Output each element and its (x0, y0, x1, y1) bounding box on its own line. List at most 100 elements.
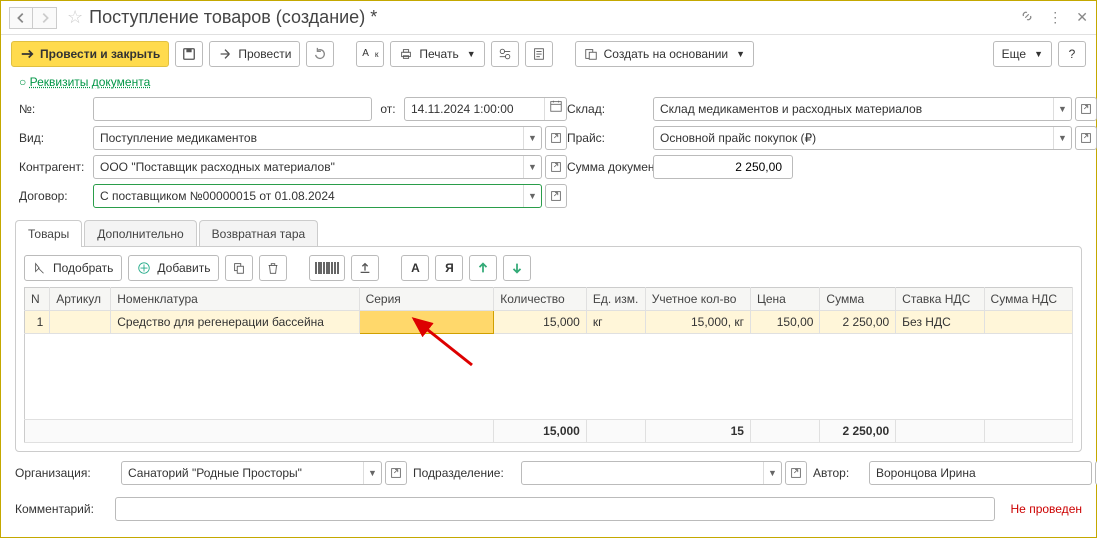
author-label: Автор: (813, 466, 863, 480)
text-format-button[interactable]: Ак (356, 41, 384, 67)
cell-acc-qty[interactable]: 15,000, кг (645, 311, 750, 334)
col-n[interactable]: N (25, 288, 50, 311)
contract-combo[interactable]: С поставщиком №00000015 от 01.08.2024 ▼ (93, 184, 542, 208)
nav-back-button[interactable] (9, 7, 33, 29)
num-input[interactable] (93, 97, 372, 121)
cell-price[interactable]: 150,00 (750, 311, 819, 334)
link-icon[interactable] (1020, 9, 1034, 26)
sort-za-button[interactable]: Я (435, 255, 463, 281)
create-based-label: Создать на основании (604, 47, 729, 61)
calendar-icon[interactable] (544, 98, 566, 120)
col-unit[interactable]: Ед. изм. (586, 288, 645, 311)
col-nomenclature[interactable]: Номенклатура (111, 288, 359, 311)
type-combo[interactable]: Поступление медикаментов ▼ (93, 126, 542, 150)
requisites-link[interactable]: Реквизиты документа (30, 75, 151, 89)
cell-sum[interactable]: 2 250,00 (820, 311, 896, 334)
report-button[interactable] (525, 41, 553, 67)
counterparty-open-button[interactable] (545, 155, 567, 179)
settings-button[interactable] (491, 41, 519, 67)
col-acc-qty[interactable]: Учетное кол-во (645, 288, 750, 311)
post-and-close-button[interactable]: Провести и закрыть (11, 41, 169, 67)
contract-open-button[interactable] (545, 184, 567, 208)
cell-article[interactable] (50, 311, 111, 334)
cell-vat-rate[interactable]: Без НДС (896, 311, 984, 334)
upload-button[interactable] (351, 255, 379, 281)
save-button[interactable] (175, 41, 203, 67)
copy-row-button[interactable] (225, 255, 253, 281)
comment-input[interactable] (115, 497, 995, 521)
tab-panel-goods: Подобрать Добавить А Я (15, 246, 1082, 452)
add-button[interactable]: Добавить (128, 255, 219, 281)
org-combo[interactable]: Санаторий "Родные Просторы" ▼ (121, 461, 382, 485)
col-vat-rate[interactable]: Ставка НДС (896, 288, 984, 311)
table-header-row: N Артикул Номенклатура Серия Количество … (25, 288, 1073, 311)
pricelist-open-button[interactable] (1075, 126, 1097, 150)
tab-additional[interactable]: Дополнительно (84, 220, 196, 247)
move-up-button[interactable] (469, 255, 497, 281)
cell-series[interactable] (359, 311, 494, 334)
post-button[interactable]: Провести (209, 41, 300, 67)
chevron-down-icon[interactable]: ▼ (1053, 98, 1071, 120)
warehouse-label: Склад: (567, 102, 653, 116)
cell-qty[interactable]: 15,000 (494, 311, 587, 334)
org-open-button[interactable] (385, 461, 407, 485)
chevron-down-icon[interactable]: ▼ (763, 462, 781, 484)
total-sum: 2 250,00 (820, 420, 896, 443)
warehouse-combo[interactable]: Склад медикаментов и расходных материало… (653, 97, 1072, 121)
undo-post-button[interactable] (306, 41, 334, 67)
cell-n[interactable]: 1 (25, 311, 50, 334)
warehouse-open-button[interactable] (1075, 97, 1097, 121)
grid-toolbar: Подобрать Добавить А Я (24, 255, 1073, 281)
col-qty[interactable]: Количество (494, 288, 587, 311)
table-row[interactable]: 1 Средство для регенерации бассейна 15,0… (25, 311, 1073, 334)
tab-goods[interactable]: Товары (15, 220, 82, 247)
kebab-icon[interactable]: ⋮ (1048, 9, 1062, 26)
col-price[interactable]: Цена (750, 288, 819, 311)
dept-open-button[interactable] (785, 461, 807, 485)
col-series[interactable]: Серия (359, 288, 494, 311)
cell-vat-sum[interactable] (984, 311, 1072, 334)
nav-forward-button[interactable] (33, 7, 57, 29)
author-combo[interactable]: Воронцова Ирина (869, 461, 1092, 485)
date-field[interactable]: 14.11.2024 1:00:00 (404, 97, 567, 121)
more-button[interactable]: Еще ▼ (993, 41, 1052, 67)
chevron-down-icon: ▼ (1034, 49, 1043, 59)
favorite-star-icon[interactable]: ☆ (67, 7, 83, 28)
dept-label: Подразделение: (413, 466, 515, 480)
chevron-down-icon[interactable]: ▼ (1053, 127, 1071, 149)
chevron-down-icon[interactable]: ▼ (523, 156, 541, 178)
create-based-button[interactable]: Создать на основании ▼ (575, 41, 754, 67)
close-icon[interactable]: ✕ (1076, 9, 1088, 26)
delete-row-button[interactable] (259, 255, 287, 281)
dept-combo[interactable]: ▼ (521, 461, 782, 485)
chevron-down-icon[interactable]: ▼ (523, 127, 541, 149)
pricelist-combo[interactable]: Основной прайс покупок (₽) ▼ (653, 126, 1072, 150)
chevron-down-icon[interactable]: ▼ (523, 185, 541, 207)
cell-nomenclature[interactable]: Средство для регенерации бассейна (111, 311, 359, 334)
col-sum[interactable]: Сумма (820, 288, 896, 311)
type-value: Поступление медикаментов (94, 131, 523, 145)
comment-row: Комментарий: Не проведен (1, 493, 1096, 531)
cell-unit[interactable]: кг (586, 311, 645, 334)
chevron-down-icon: ▼ (736, 49, 745, 59)
col-article[interactable]: Артикул (50, 288, 111, 311)
help-button[interactable]: ? (1058, 41, 1086, 67)
goods-table[interactable]: N Артикул Номенклатура Серия Количество … (24, 287, 1073, 443)
type-open-button[interactable] (545, 126, 567, 150)
sort-az-button[interactable]: А (401, 255, 429, 281)
move-down-button[interactable] (503, 255, 531, 281)
tab-tare[interactable]: Возвратная тара (199, 220, 319, 247)
docsum-label: Сумма документа: (567, 160, 653, 174)
col-vat-sum[interactable]: Сумма НДС (984, 288, 1072, 311)
status-not-posted: Не проведен (1001, 502, 1082, 516)
barcode-button[interactable] (309, 255, 345, 281)
pick-button[interactable]: Подобрать (24, 255, 122, 281)
chevron-down-icon: ▼ (467, 49, 476, 59)
docsum-value (653, 155, 793, 179)
table-empty-area[interactable] (25, 334, 1073, 420)
chevron-down-icon[interactable]: ▼ (363, 462, 381, 484)
print-button[interactable]: Печать ▼ (390, 41, 484, 67)
counterparty-combo[interactable]: ООО "Поставщик расходных материалов" ▼ (93, 155, 542, 179)
table-totals-row: 15,000 15 2 250,00 (25, 420, 1073, 443)
author-value: Воронцова Ирина (870, 466, 1091, 480)
